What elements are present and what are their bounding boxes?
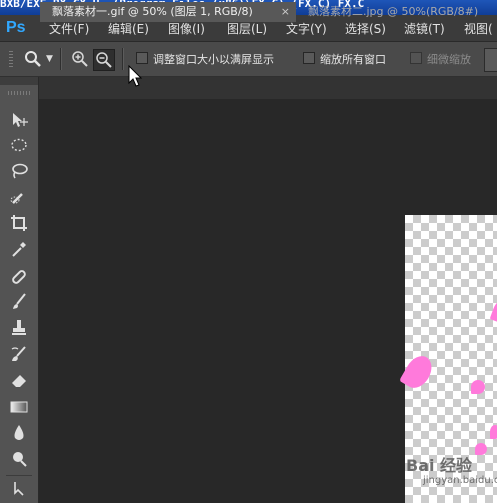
quick-select-icon[interactable] [9,187,29,207]
zoom-tool-icon[interactable] [24,50,42,68]
mouse-cursor-icon [128,65,143,87]
baidu-watermark: Bai 经验 [406,456,473,475]
brush-icon[interactable] [9,292,29,312]
menu-type[interactable]: 文字(Y) [286,20,327,37]
tab-document-1-label: 飘落素材一.gif @ 50% (图层 1, RGB/8) [52,5,253,18]
zoom-all-windows-label: 缩放所有窗口 [320,53,386,66]
resize-windows-label: 调整窗口大小以满屏显示 [153,53,274,66]
eyedropper-icon[interactable] [9,239,29,259]
healing-icon[interactable] [9,267,29,287]
close-tab-icon[interactable]: × [281,2,290,22]
baidu-watermark-url: jingyan.baidu.com [423,475,497,486]
resize-windows-checkbox[interactable] [136,52,148,64]
history-brush-icon[interactable] [9,344,29,364]
tab-document-2-label: 飘落素材二.jpg @ 50%(RGB/8#) [308,5,479,18]
petal-shape [399,351,437,393]
tools-panel-grip[interactable] [8,91,30,95]
photoshop-logo: Ps [6,19,26,36]
zoom-all-windows-checkbox[interactable] [303,52,315,64]
tools-divider [6,475,32,476]
menu-edit[interactable]: 编辑(E) [108,20,149,37]
actual-pixels-button[interactable] [484,48,497,72]
scrubby-zoom-label: 细微缩放 [427,53,471,66]
eraser-icon[interactable] [9,370,29,390]
options-grip[interactable] [9,51,13,67]
lasso-icon[interactable] [9,161,29,181]
separator [122,48,124,70]
pen-icon[interactable] [9,479,29,499]
menu-select[interactable]: 选择(S) [345,20,386,37]
options-bar: ▼ 调整窗口大小以满屏显示 缩放所有窗口 细微缩放 [0,42,497,77]
move-icon[interactable] [9,110,29,130]
gradient-icon[interactable] [9,397,29,417]
petal-shape [471,380,485,394]
blur-icon[interactable] [9,423,29,443]
dodge-icon[interactable] [9,449,29,469]
document-tab-bar [39,77,497,99]
menu-filter[interactable]: 滤镜(T) [404,20,445,37]
zoom-in-icon[interactable] [70,49,90,69]
marquee-icon[interactable] [9,135,29,155]
tools-panel-header[interactable] [0,77,38,85]
zoom-out-icon[interactable] [93,49,115,71]
menu-image[interactable]: 图像(I) [168,20,205,37]
petal-shape [490,425,497,439]
menu-view[interactable]: 视图( [464,20,493,37]
petal-shape [475,443,487,455]
tool-preset-caret-icon[interactable]: ▼ [46,54,53,64]
crop-icon[interactable] [9,213,29,233]
tab-document-1[interactable]: 飘落素材一.gif @ 50% (图层 1, RGB/8) × [40,2,296,22]
petal-shape [489,298,497,324]
stamp-icon[interactable] [9,318,29,338]
scrubby-zoom-checkbox[interactable] [410,52,422,64]
menu-layer[interactable]: 图层(L) [227,20,267,37]
menu-file[interactable]: 文件(F) [49,20,89,37]
separator [60,48,62,70]
tab-document-2[interactable]: 飘落素材二.jpg @ 50%(RGB/8#) [296,2,497,22]
tools-panel [0,77,39,503]
